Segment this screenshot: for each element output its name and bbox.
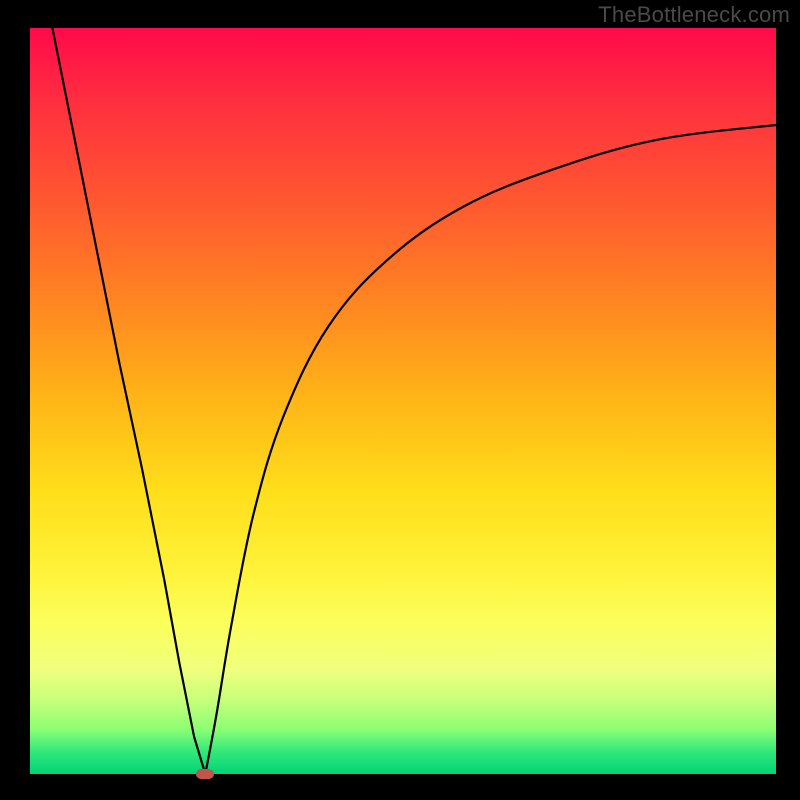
curve-left-branch — [52, 28, 205, 774]
watermark-text: TheBottleneck.com — [598, 2, 790, 28]
minimum-marker — [196, 769, 214, 779]
chart-frame: TheBottleneck.com — [0, 0, 800, 800]
plot-area — [30, 28, 776, 774]
curve-right-branch — [205, 125, 776, 774]
bottleneck-curve — [30, 28, 776, 774]
